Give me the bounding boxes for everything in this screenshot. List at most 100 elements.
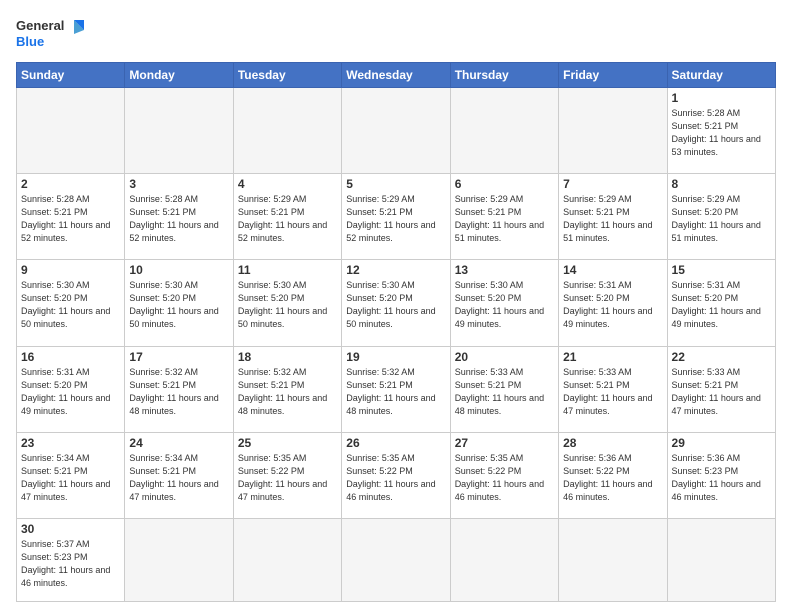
day-number: 14 (563, 263, 662, 277)
daylight-label: Daylight: 11 hours and 46 minutes. (563, 479, 652, 502)
sunrise-label: Sunrise: 5:35 AM (238, 453, 307, 463)
day-number: 16 (21, 350, 120, 364)
svg-text:Blue: Blue (16, 34, 44, 49)
sunset-label: Sunset: 5:23 PM (21, 552, 88, 562)
calendar-cell (233, 88, 341, 174)
logo: General Blue (16, 16, 86, 54)
daylight-label: Daylight: 11 hours and 46 minutes. (455, 479, 544, 502)
day-info: Sunrise: 5:28 AMSunset: 5:21 PMDaylight:… (129, 193, 228, 245)
day-info: Sunrise: 5:29 AMSunset: 5:21 PMDaylight:… (455, 193, 554, 245)
daylight-label: Daylight: 11 hours and 49 minutes. (455, 306, 544, 329)
weekday-header-sunday: Sunday (17, 63, 125, 88)
calendar-cell: 23Sunrise: 5:34 AMSunset: 5:21 PMDayligh… (17, 432, 125, 518)
day-info: Sunrise: 5:35 AM Sunset: 5:22 PM Daylight:… (238, 452, 337, 504)
calendar-cell: 30Sunrise: 5:37 AMSunset: 5:23 PMDayligh… (17, 518, 125, 601)
day-number: 10 (129, 263, 228, 277)
sunrise-label: Sunrise: 5:35 AM (455, 453, 524, 463)
day-info: Sunrise: 5:30 AMSunset: 5:20 PMDaylight:… (21, 279, 120, 331)
sunset-label: Sunset: 5:21 PM (129, 380, 196, 390)
sunset-label: Sunset: 5:20 PM (129, 293, 196, 303)
daylight-label: Daylight: 11 hours and 48 minutes. (455, 393, 544, 416)
day-info: Sunrise: 5:28 AMSunset: 5:21 PMDaylight:… (672, 107, 771, 159)
sunset-label: Sunset: 5:21 PM (129, 207, 196, 217)
sunrise-label: Sunrise: 5:32 AM (129, 367, 198, 377)
calendar-cell: 26Sunrise: 5:35 AMSunset: 5:22 PMDayligh… (342, 432, 450, 518)
sunset-label: Sunset: 5:20 PM (21, 380, 88, 390)
sunset-label: Sunset: 5:20 PM (21, 293, 88, 303)
day-info: Sunrise: 5:34 AMSunset: 5:21 PMDaylight:… (21, 452, 120, 504)
day-info: Sunrise: 5:35 AM Sunset: 5:22 PM Daylight:… (455, 452, 554, 504)
weekday-header-friday: Friday (559, 63, 667, 88)
sunrise-label: Sunrise: 5:28 AM (672, 108, 741, 118)
day-info: Sunrise: 5:36 AMSunset: 5:22 PMDaylight:… (563, 452, 662, 504)
sunrise-label: Sunrise: 5:30 AM (346, 280, 415, 290)
calendar-cell (125, 518, 233, 601)
daylight-label: Daylight: 11 hours and 46 minutes. (672, 479, 761, 502)
calendar-week-row-5: 23Sunrise: 5:34 AMSunset: 5:21 PMDayligh… (17, 432, 776, 518)
day-info: Sunrise: 5:34 AMSunset: 5:21 PMDaylight:… (129, 452, 228, 504)
day-number: 12 (346, 263, 445, 277)
sunset-label: Sunset: 5:20 PM (672, 293, 739, 303)
sunset-label: Sunset: 5:21 PM (238, 207, 305, 217)
sunset-label: Sunset: 5:21 PM (563, 380, 630, 390)
sunrise-label: Sunrise: 5:30 AM (455, 280, 524, 290)
sunset-label: Sunset: 5:22 PM (455, 466, 522, 476)
calendar-cell: 20Sunrise: 5:33 AMSunset: 5:21 PMDayligh… (450, 346, 558, 432)
daylight-label: Daylight: 11 hours and 50 minutes. (129, 306, 218, 329)
calendar-cell: 18Sunrise: 5:32 AMSunset: 5:21 PMDayligh… (233, 346, 341, 432)
calendar-cell (559, 88, 667, 174)
weekday-header-tuesday: Tuesday (233, 63, 341, 88)
daylight-label: Daylight: 11 hours and 47 minutes. (238, 479, 327, 502)
calendar-cell: 8Sunrise: 5:29 AMSunset: 5:20 PMDaylight… (667, 174, 775, 260)
sunset-label: Sunset: 5:21 PM (346, 207, 413, 217)
sunrise-label: Sunrise: 5:34 AM (21, 453, 90, 463)
sunset-label: Sunset: 5:21 PM (238, 380, 305, 390)
calendar-week-row-2: 2Sunrise: 5:28 AMSunset: 5:21 PMDaylight… (17, 174, 776, 260)
sunrise-label: Sunrise: 5:29 AM (672, 194, 741, 204)
sunset-label: Sunset: 5:21 PM (21, 207, 88, 217)
sunset-label: Sunset: 5:20 PM (455, 293, 522, 303)
day-info: Sunrise: 5:36 AMSunset: 5:23 PMDaylight:… (672, 452, 771, 504)
calendar-cell (450, 88, 558, 174)
daylight-label: Daylight: 11 hours and 52 minutes. (129, 220, 218, 243)
day-number: 17 (129, 350, 228, 364)
weekday-header-monday: Monday (125, 63, 233, 88)
calendar-cell (17, 88, 125, 174)
calendar-cell (667, 518, 775, 601)
calendar-cell: 1Sunrise: 5:28 AMSunset: 5:21 PMDaylight… (667, 88, 775, 174)
sunset-label: Sunset: 5:20 PM (346, 293, 413, 303)
sunrise-label: Sunrise: 5:32 AM (346, 367, 415, 377)
daylight-label: Daylight: 11 hours and 52 minutes. (21, 220, 110, 243)
calendar-cell: 14Sunrise: 5:31 AMSunset: 5:20 PMDayligh… (559, 260, 667, 346)
day-number: 6 (455, 177, 554, 191)
daylight-label: Daylight: 11 hours and 50 minutes. (238, 306, 327, 329)
generalblue-logo-icon: General Blue (16, 16, 86, 54)
daylight-label: Daylight: 11 hours and 47 minutes. (563, 393, 652, 416)
day-number: 24 (129, 436, 228, 450)
day-number: 21 (563, 350, 662, 364)
sunset-label: Sunset: 5:22 PM (238, 466, 305, 476)
day-number: 28 (563, 436, 662, 450)
sunrise-label: Sunrise: 5:30 AM (238, 280, 307, 290)
daylight-label: Daylight: 11 hours and 49 minutes. (563, 306, 652, 329)
day-info: Sunrise: 5:29 AMSunset: 5:21 PMDaylight:… (563, 193, 662, 245)
day-info: Sunrise: 5:30 AM Sunset: 5:20 PM Daylight:… (455, 279, 554, 331)
day-info: Sunrise: 5:35 AMSunset: 5:22 PMDaylight:… (346, 452, 445, 504)
sunrise-label: Sunrise: 5:28 AM (21, 194, 90, 204)
sunset-label: Sunset: 5:21 PM (129, 466, 196, 476)
calendar-cell: 29Sunrise: 5:36 AMSunset: 5:23 PMDayligh… (667, 432, 775, 518)
calendar-cell: 5Sunrise: 5:29 AMSunset: 5:21 PMDaylight… (342, 174, 450, 260)
sunrise-label: Sunrise: 5:30 AM (21, 280, 90, 290)
calendar-cell: 12Sunrise: 5:30 AMSunset: 5:20 PMDayligh… (342, 260, 450, 346)
daylight-label: Daylight: 11 hours and 52 minutes. (238, 220, 327, 243)
day-info: Sunrise: 5:29 AMSunset: 5:21 PMDaylight:… (238, 193, 337, 245)
calendar-cell: 4 Sunrise: 5:29 AMSunset: 5:21 PMDaylight… (233, 174, 341, 260)
daylight-label: Daylight: 11 hours and 52 minutes. (346, 220, 435, 243)
sunrise-label: Sunrise: 5:30 AM (129, 280, 198, 290)
calendar-week-row-1: 1Sunrise: 5:28 AMSunset: 5:21 PMDaylight… (17, 88, 776, 174)
day-info: Sunrise: 5:30 AMSunset: 5:20 PMDaylight:… (346, 279, 445, 331)
sunrise-label: Sunrise: 5:31 AM (672, 280, 741, 290)
daylight-label: Daylight: 11 hours and 48 minutes. (346, 393, 435, 416)
calendar-cell: 25Sunrise: 5:35 AMSunset: 5:22 PMDayligh… (233, 432, 341, 518)
day-number: 4 (238, 177, 337, 191)
